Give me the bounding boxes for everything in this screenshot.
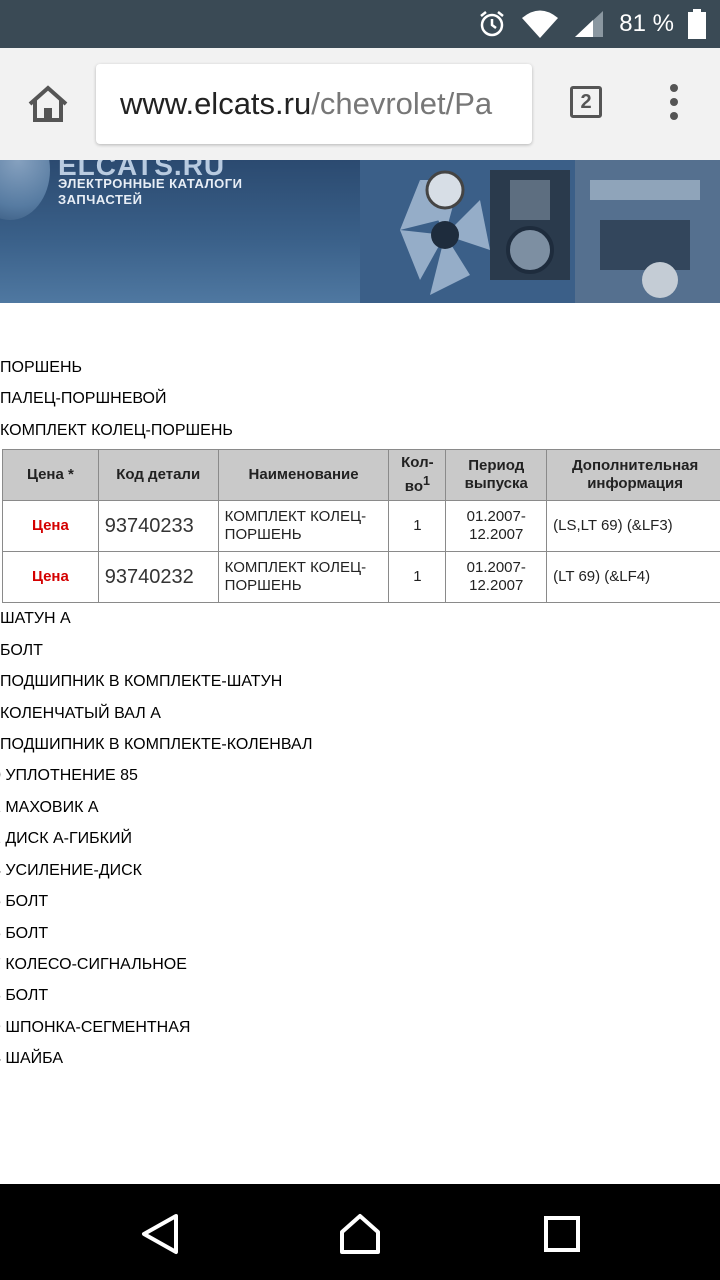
parts-table: Цена * Код детали Наименование Кол-во1 П…	[2, 449, 720, 603]
system-nav-bar	[0, 1184, 720, 1280]
part-item[interactable]: БОЛТ	[0, 641, 43, 661]
column-header-period: Период выпуска	[445, 449, 548, 501]
part-info: (LT 69) (&LF4)	[546, 551, 720, 603]
column-header-price: Цена *	[2, 449, 99, 501]
table-header-row: Цена * Код детали Наименование Кол-во1 П…	[2, 449, 720, 501]
part-item[interactable]: ПОРШЕНЬ	[0, 358, 82, 378]
recents-icon[interactable]	[540, 1212, 584, 1256]
part-item[interactable]: 1 МАХОВИК А	[0, 798, 99, 818]
part-name: КОМПЛЕКТ КОЛЕЦ-ПОРШЕНЬ	[217, 551, 390, 603]
table-row: Цена 93740233 КОМПЛЕКТ КОЛЕЦ-ПОРШЕНЬ 1 0…	[2, 500, 720, 552]
battery-icon	[688, 9, 706, 39]
part-period: 01.2007-12.2007	[445, 551, 548, 603]
part-period: 01.2007-12.2007	[445, 500, 548, 552]
column-header-info: Дополнительная информация	[546, 449, 720, 501]
url-bar[interactable]: www.elcats.ru/chevrolet/Pa	[96, 64, 532, 144]
battery-percent: 81 %	[619, 10, 674, 37]
part-item[interactable]: 2 ДИСК А-ГИБКИЙ	[0, 829, 132, 849]
part-qty: 1	[388, 551, 447, 603]
part-item[interactable]: 5 БОЛТ	[0, 892, 48, 912]
table-row: Цена 93740232 КОМПЛЕКТ КОЛЕЦ-ПОРШЕНЬ 1 0…	[2, 551, 720, 603]
home-icon[interactable]	[338, 1212, 382, 1256]
status-bar: 81 %	[0, 0, 720, 48]
signal-icon	[575, 11, 604, 37]
part-item[interactable]: ПОДШИПНИК В КОМПЛЕКТЕ-КОЛЕНВАЛ	[0, 735, 313, 755]
overflow-menu-icon[interactable]	[666, 84, 682, 124]
part-code: 93740232	[97, 551, 219, 603]
site-subtitle: ЭЛЕКТРОННЫЕ КАТАЛОГИ ЗАПЧАСТЕЙ	[58, 176, 243, 207]
part-item[interactable]: 4 ШАЙБА	[0, 1049, 63, 1069]
part-item[interactable]: 9 ШПОНКА-СЕГМЕНТНАЯ	[0, 1018, 190, 1038]
part-code: 93740233	[97, 500, 219, 552]
part-item[interactable]: 4 УСИЛЕНИЕ-ДИСК	[0, 861, 142, 881]
part-item[interactable]: ПАЛЕЦ-ПОРШНЕВОЙ	[0, 389, 166, 409]
home-icon[interactable]	[26, 84, 70, 124]
part-name: КОМПЛЕКТ КОЛЕЦ-ПОРШЕНЬ	[217, 500, 390, 552]
column-header-name: Наименование	[217, 449, 390, 501]
part-item[interactable]: 0 УПЛОТНЕНИЕ 85	[0, 766, 138, 786]
browser-toolbar: www.elcats.ru/chevrolet/Pa 2	[0, 48, 720, 160]
wifi-icon	[522, 10, 559, 38]
part-item[interactable]: ПОДШИПНИК В КОМПЛЕКТЕ-ШАТУН	[0, 672, 282, 692]
part-info: (LS,LT 69) (&LF3)	[546, 500, 720, 552]
part-item[interactable]: ШАТУН А	[0, 609, 71, 629]
part-item[interactable]: 8 БОЛТ	[0, 986, 48, 1006]
price-link[interactable]: Цена	[2, 500, 99, 552]
tab-switcher-button[interactable]: 2	[570, 86, 602, 118]
url-path: /chevrolet/Pa	[311, 86, 493, 121]
site-banner: ELCATS.RU ЭЛЕКТРОННЫЕ КАТАЛОГИ ЗАПЧАСТЕЙ	[0, 160, 720, 303]
part-item[interactable]: 6 БОЛТ	[0, 924, 48, 944]
engine-image	[360, 160, 720, 303]
part-item[interactable]: КОМПЛЕКТ КОЛЕЦ-ПОРШЕНЬ	[0, 421, 233, 441]
alarm-icon	[480, 11, 505, 37]
back-icon[interactable]	[138, 1212, 182, 1256]
globe-graphic	[0, 160, 50, 220]
part-item[interactable]: КОЛЕНЧАТЫЙ ВАЛ А	[0, 704, 161, 724]
price-link[interactable]: Цена	[2, 551, 99, 603]
column-header-code: Код детали	[97, 449, 219, 501]
part-item[interactable]: 7 КОЛЕСО-СИГНАЛЬНОЕ	[0, 955, 187, 975]
url-host: www.elcats.ru	[120, 86, 312, 121]
part-qty: 1	[388, 500, 447, 552]
column-header-qty: Кол-во1	[388, 449, 447, 501]
